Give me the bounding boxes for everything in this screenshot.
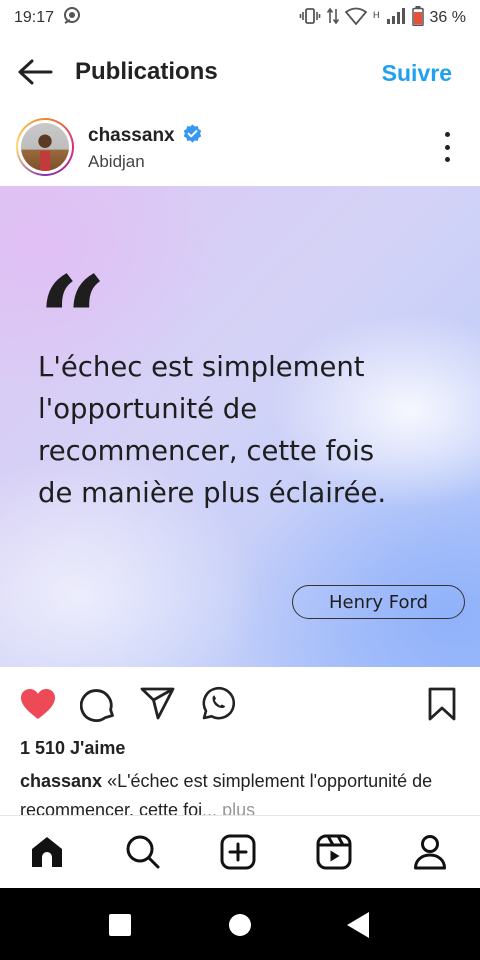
more-dot-icon (444, 157, 450, 162)
battery-icon (411, 5, 424, 31)
verified-badge-icon (183, 124, 202, 148)
heart-icon (21, 689, 55, 719)
post-location[interactable]: Abidjan (88, 152, 145, 172)
status-time: 19:17 (14, 9, 55, 26)
nav-reels[interactable] (312, 830, 356, 874)
arrow-left-icon (18, 59, 53, 85)
caption-more-link[interactable]: ... plus (202, 800, 255, 815)
profile-icon (414, 835, 446, 870)
post-author-row: chassanx Abidjan (0, 112, 480, 184)
likes-count[interactable]: 1 510 J'aime (20, 738, 125, 759)
signal-icon (386, 7, 406, 30)
quote-line: L'échec est simplement (38, 351, 365, 383)
create-icon (220, 834, 256, 870)
post-image[interactable]: “ L'échec est simplement l'opportunité d… (0, 186, 480, 667)
square-icon (109, 914, 131, 936)
back-system-button[interactable] (343, 910, 373, 940)
home-icon (32, 837, 62, 867)
status-bar-left: 19:17 (14, 6, 82, 30)
quote-text: L'échec est simplement l'opportunité de … (38, 346, 458, 514)
more-dot-icon (444, 144, 450, 150)
system-nav-bar (0, 888, 480, 960)
search-icon (126, 835, 160, 869)
notification-icon (62, 6, 82, 30)
reels-icon (316, 834, 352, 870)
post-actions (0, 680, 480, 726)
wifi-icon (344, 7, 368, 30)
quote-line: de manière plus éclairée. (38, 477, 387, 509)
battery-percent: 36 % (429, 9, 466, 26)
caption-username[interactable]: chassanx (20, 771, 102, 791)
network-type-label: H (373, 10, 380, 20)
share-icon (140, 687, 175, 720)
bookmark-button[interactable] (422, 684, 462, 724)
vibrate-icon (299, 7, 321, 30)
page-title: Publications (75, 58, 218, 85)
bottom-nav (0, 816, 480, 888)
nav-create[interactable] (216, 830, 260, 874)
triangle-back-icon (347, 912, 369, 938)
status-bar-right: H 36 % (299, 5, 466, 31)
whatsapp-icon (202, 686, 236, 720)
quote-author: Henry Ford (292, 585, 465, 619)
quote-line: recommencer, cette fois (38, 435, 375, 467)
more-options-button[interactable] (440, 132, 454, 162)
post-caption: chassanx «L'échec est simplement l'oppor… (20, 767, 460, 815)
quote-line: l'opportunité de (38, 393, 258, 425)
back-button[interactable] (16, 56, 54, 88)
comment-button[interactable] (78, 684, 118, 724)
nav-search[interactable] (121, 830, 165, 874)
avatar-image (21, 123, 69, 171)
like-button[interactable] (18, 684, 58, 724)
follow-button[interactable]: Suivre (382, 60, 452, 87)
share-button[interactable] (138, 684, 178, 724)
avatar-frame (18, 120, 72, 174)
whatsapp-share-button[interactable] (198, 684, 238, 724)
more-dot-icon (444, 132, 450, 137)
home-system-button[interactable] (225, 910, 255, 940)
app-header: Publications Suivre (0, 44, 480, 100)
recent-apps-button[interactable] (105, 910, 135, 940)
nav-profile[interactable] (408, 830, 452, 874)
username[interactable]: chassanx (88, 125, 175, 147)
avatar[interactable] (16, 118, 74, 176)
status-bar: 19:17 H 36 % (0, 0, 480, 36)
data-transfer-icon (326, 7, 340, 30)
circle-icon (229, 914, 251, 936)
bookmark-icon (428, 687, 456, 721)
comment-icon (80, 689, 114, 722)
username-row: chassanx (88, 124, 202, 148)
nav-home[interactable] (25, 830, 69, 874)
